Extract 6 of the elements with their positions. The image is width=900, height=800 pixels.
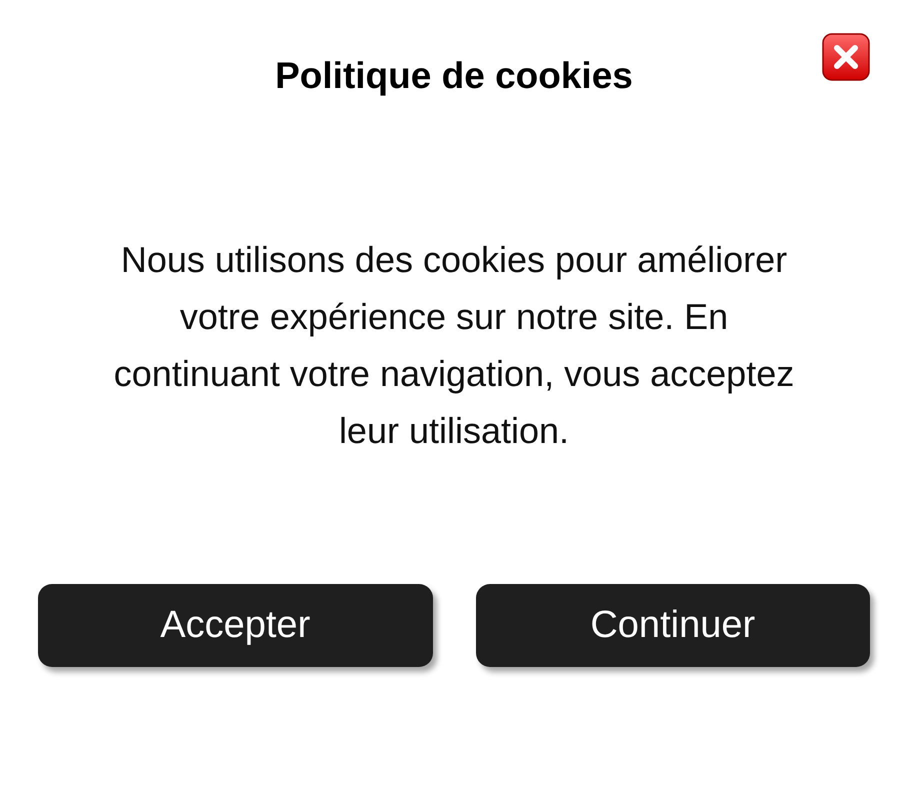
cookie-message: Nous utilisons des cookies pour améliorer votre expérience sur notre site. En continuant votre navigation, vous acceptez leur utilisation.	[112, 238, 796, 453]
dialog-title: Politique de cookies	[275, 55, 633, 98]
action-button[interactable]: Continuer	[476, 584, 870, 667]
close-icon	[822, 33, 870, 81]
close-button[interactable]	[822, 33, 870, 81]
action-button[interactable]: Accepter	[38, 584, 432, 667]
